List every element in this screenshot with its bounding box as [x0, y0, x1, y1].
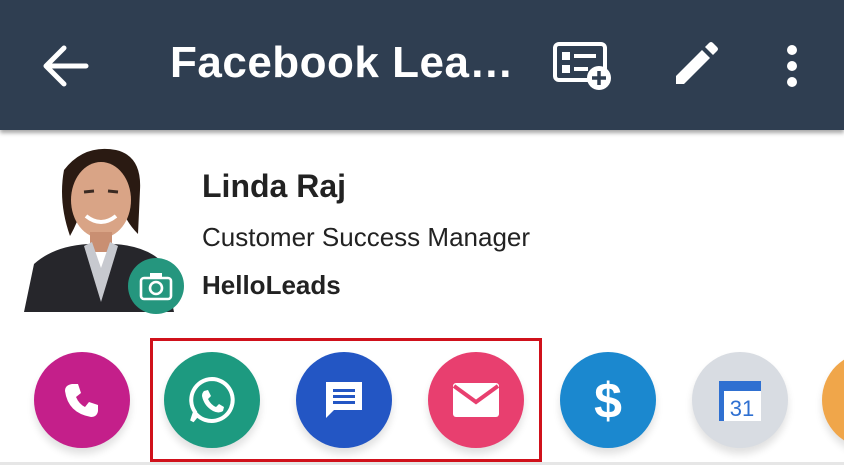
contact-actions-row: $ 31	[0, 338, 844, 465]
contact-card-add-icon[interactable]	[552, 40, 614, 92]
more-vert-icon[interactable]	[778, 42, 806, 90]
app-bar: Facebook Lea…	[0, 0, 844, 130]
deal-button[interactable]: $	[560, 352, 656, 448]
pencil-edit-icon[interactable]	[668, 40, 720, 92]
contact-company: HelloLeads	[202, 270, 341, 300]
calendar-icon: 31	[719, 381, 761, 421]
profile-header: Linda Raj Customer Success Manager Hello…	[0, 130, 844, 330]
page-title: Facebook Lea…	[170, 38, 514, 87]
phone-icon	[65, 384, 98, 417]
more-actions-button[interactable]	[822, 352, 844, 448]
svg-text:31: 31	[730, 396, 754, 421]
back-arrow-icon[interactable]	[42, 44, 90, 88]
contact-name: Linda Raj	[202, 168, 347, 204]
calendar-button[interactable]: 31	[692, 352, 788, 448]
svg-text:$: $	[594, 373, 622, 428]
dollar-icon: $	[594, 373, 622, 428]
contact-job-title: Customer Success Manager	[202, 222, 531, 252]
highlight-box	[150, 338, 542, 462]
call-button[interactable]	[34, 352, 130, 448]
camera-button[interactable]	[128, 258, 184, 314]
camera-icon	[139, 273, 173, 301]
